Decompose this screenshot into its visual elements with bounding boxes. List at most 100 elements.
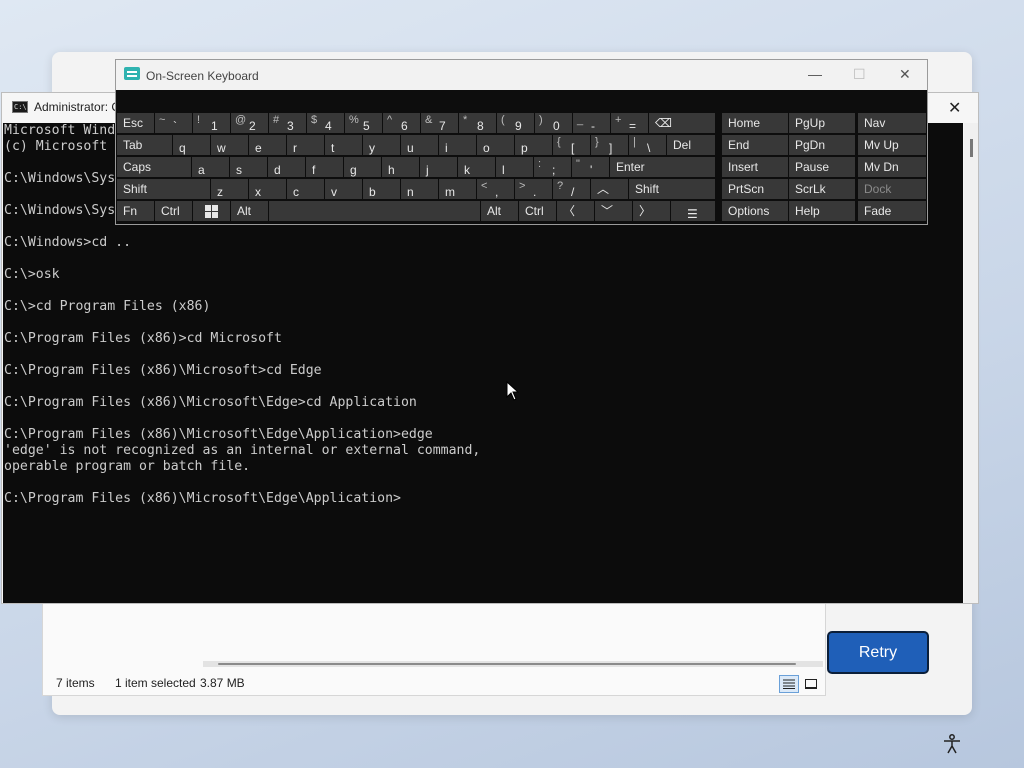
- key-g[interactable]: g: [344, 157, 381, 177]
- key-options[interactable]: Options: [722, 201, 788, 221]
- key-dock[interactable]: Dock: [858, 179, 926, 199]
- key-comma[interactable]: <,: [477, 179, 514, 199]
- key-shift-left[interactable]: Shift: [117, 179, 210, 199]
- key-a[interactable]: a: [192, 157, 229, 177]
- key-o[interactable]: o: [477, 135, 514, 155]
- key-insert[interactable]: Insert: [722, 157, 788, 177]
- close-button[interactable]: ✕: [899, 66, 911, 83]
- key-right-bracket[interactable]: }]: [591, 135, 628, 155]
- key-left-bracket[interactable]: {[: [553, 135, 590, 155]
- key-enter[interactable]: Enter: [610, 157, 715, 177]
- console-line: C:\>osk: [4, 267, 60, 282]
- key-k[interactable]: k: [458, 157, 495, 177]
- key-2[interactable]: @2: [231, 113, 268, 133]
- key-prtscn[interactable]: PrtScn: [722, 179, 788, 199]
- key-s[interactable]: s: [230, 157, 267, 177]
- key-windows[interactable]: [193, 201, 230, 221]
- key-w[interactable]: w: [211, 135, 248, 155]
- key-pause[interactable]: Pause: [789, 157, 855, 177]
- key-period[interactable]: >.: [515, 179, 552, 199]
- key-8[interactable]: * 8: [459, 113, 496, 133]
- key-m[interactable]: m: [439, 179, 476, 199]
- key-c[interactable]: c: [287, 179, 324, 199]
- key-l[interactable]: l: [496, 157, 533, 177]
- key-menu[interactable]: ☰: [671, 201, 715, 221]
- minimize-button[interactable]: —: [808, 66, 822, 82]
- key-mv-up[interactable]: Mv Up: [858, 135, 926, 155]
- key-5[interactable]: % 5: [345, 113, 382, 133]
- key-left-arrow[interactable]: 〈: [557, 201, 594, 221]
- key-scrlk[interactable]: ScrLk: [789, 179, 855, 199]
- retry-button[interactable]: Retry: [827, 631, 929, 674]
- key-caps[interactable]: Caps: [117, 157, 191, 177]
- mouse-cursor-icon: [506, 381, 520, 401]
- key-4[interactable]: $4: [307, 113, 344, 133]
- key-0[interactable]: ) 0: [535, 113, 572, 133]
- key-pgup[interactable]: PgUp: [789, 113, 855, 133]
- key-alt-right[interactable]: Alt: [481, 201, 518, 221]
- key-ctrl-left[interactable]: Ctrl: [155, 201, 192, 221]
- console-scrollbar-thumb[interactable]: [970, 139, 973, 157]
- key-mv-dn[interactable]: Mv Dn: [858, 157, 926, 177]
- key-p[interactable]: p: [515, 135, 552, 155]
- key-alt-left[interactable]: Alt: [231, 201, 268, 221]
- key-nav[interactable]: Nav: [858, 113, 926, 133]
- key-y[interactable]: y: [363, 135, 400, 155]
- key-fade[interactable]: Fade: [858, 201, 926, 221]
- key-help[interactable]: Help: [789, 201, 855, 221]
- key-7[interactable]: & 7: [421, 113, 458, 133]
- key-equals[interactable]: + =: [611, 113, 648, 133]
- console-close-button[interactable]: ✕: [948, 98, 961, 118]
- console-line: C:\Program Files (x86)\Microsoft\Edge>cd…: [4, 395, 417, 410]
- key-semicolon[interactable]: :;: [534, 157, 571, 177]
- key-esc[interactable]: Esc: [117, 113, 154, 133]
- selection-size: 3.87 MB: [200, 676, 245, 690]
- key-x[interactable]: x: [249, 179, 286, 199]
- key-delete[interactable]: Del: [667, 135, 715, 155]
- key-quote[interactable]: " ': [572, 157, 609, 177]
- key-slash[interactable]: ? /: [553, 179, 590, 199]
- key-end[interactable]: End: [722, 135, 788, 155]
- key-q[interactable]: q: [173, 135, 210, 155]
- key-up-arrow[interactable]: ︿: [591, 179, 628, 199]
- key-t[interactable]: t: [325, 135, 362, 155]
- key-shift-right[interactable]: Shift: [629, 179, 715, 199]
- key-tilde[interactable]: ~ `: [155, 113, 192, 133]
- key-v[interactable]: v: [325, 179, 362, 199]
- key-minus[interactable]: _ -: [573, 113, 610, 133]
- key-6[interactable]: ^ 6: [383, 113, 420, 133]
- key-h[interactable]: h: [382, 157, 419, 177]
- key-pgdn[interactable]: PgDn: [789, 135, 855, 155]
- key-space[interactable]: [269, 201, 480, 221]
- key-n[interactable]: n: [401, 179, 438, 199]
- key-1[interactable]: ! 1: [193, 113, 230, 133]
- key-b[interactable]: b: [363, 179, 400, 199]
- key-backspace[interactable]: ⌫: [649, 113, 715, 133]
- console-vertical-scrollbar[interactable]: [964, 123, 978, 603]
- key-i[interactable]: i: [439, 135, 476, 155]
- details-view-button[interactable]: [779, 675, 799, 693]
- key-right-arrow[interactable]: 〉: [633, 201, 670, 221]
- key-backslash[interactable]: | \: [629, 135, 666, 155]
- key-ctrl-right[interactable]: Ctrl: [519, 201, 556, 221]
- key-down-arrow[interactable]: ﹀: [595, 201, 632, 221]
- key-f[interactable]: f: [306, 157, 343, 177]
- key-tab[interactable]: Tab: [117, 135, 172, 155]
- key-u[interactable]: u: [401, 135, 438, 155]
- key-j[interactable]: j: [420, 157, 457, 177]
- tiles-view-button[interactable]: [801, 675, 821, 693]
- horizontal-scrollbar[interactable]: [203, 661, 823, 667]
- key-3[interactable]: #3: [269, 113, 306, 133]
- key-e[interactable]: e: [249, 135, 286, 155]
- maximize-button[interactable]: ☐: [853, 66, 866, 83]
- scrollbar-thumb[interactable]: [218, 663, 796, 665]
- key-home[interactable]: Home: [722, 113, 788, 133]
- accessibility-icon[interactable]: [941, 733, 963, 755]
- key-fn[interactable]: Fn: [117, 201, 154, 221]
- key-d[interactable]: d: [268, 157, 305, 177]
- key-r[interactable]: r: [287, 135, 324, 155]
- key-z[interactable]: z: [211, 179, 248, 199]
- key-9[interactable]: (9: [497, 113, 534, 133]
